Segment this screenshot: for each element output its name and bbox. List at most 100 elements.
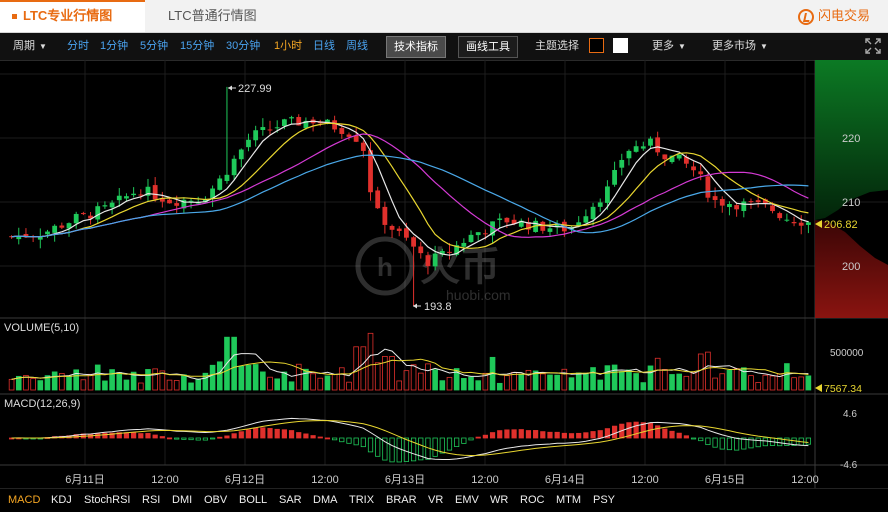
volume-bar	[382, 355, 388, 391]
macd-bar	[726, 437, 733, 451]
indicator-tab-emv[interactable]: EMV	[455, 489, 479, 512]
theme-dark-swatch[interactable]	[589, 38, 604, 53]
indicator-tab-obv[interactable]: OBV	[204, 489, 227, 512]
volume-bar	[525, 369, 532, 391]
volume-bar	[597, 379, 604, 391]
indicator-tab-wr[interactable]: WR	[490, 489, 508, 512]
interval-week[interactable]: 周线	[346, 33, 368, 60]
indicator-tab-vr[interactable]: VR	[428, 489, 443, 512]
macd-bar	[303, 433, 309, 439]
macd-bar	[547, 431, 553, 439]
macd-bar	[705, 437, 711, 446]
macd-tick-top: 4.6	[843, 409, 857, 420]
period-dropdown[interactable]: 周期 ▼	[13, 33, 47, 60]
candle-body	[138, 194, 144, 196]
kline-chart[interactable]: h 火币 huobi.com VOLUME(5,10) MACD(12,26,9…	[0, 60, 888, 488]
interval-1hour[interactable]: 1小时	[274, 33, 302, 60]
interval-5min[interactable]: 5分钟	[140, 33, 168, 60]
volume-bar	[66, 375, 72, 391]
indicator-tab-rsi[interactable]: RSI	[142, 489, 160, 512]
volume-bar	[518, 374, 525, 391]
indicator-tab-boll[interactable]: BOLL	[239, 489, 267, 512]
candle	[246, 133, 251, 152]
volume-bar	[748, 375, 754, 391]
macd-lines	[11, 417, 809, 460]
indicator-bar: MACD KDJ StochRSI RSI DMI OBV BOLL SAR DMA TRIX BR…	[0, 488, 888, 512]
candle	[691, 161, 696, 177]
volume-bar	[540, 373, 546, 391]
volume-bar	[561, 368, 568, 391]
candle	[231, 155, 237, 181]
indicator-tab-trix[interactable]: TRIX	[349, 489, 374, 512]
candle	[45, 229, 50, 238]
candle	[375, 186, 381, 209]
indicator-tab-sar[interactable]: SAR	[279, 489, 302, 512]
indicator-tab-stochrsi[interactable]: StochRSI	[84, 489, 130, 512]
fullscreen-icon[interactable]	[864, 37, 882, 55]
time-tick-label: 12:00	[311, 474, 339, 486]
candle-body	[418, 246, 424, 254]
candle	[741, 198, 747, 218]
volume-bar	[676, 373, 682, 391]
tab-pro-chart[interactable]: LTC专业行情图	[0, 0, 145, 32]
macd-panel-label: MACD(12,26,9)	[4, 398, 80, 410]
macd-bar	[396, 437, 402, 463]
indicator-tab-psy[interactable]: PSY	[593, 489, 615, 512]
interval-day[interactable]: 日线	[313, 33, 335, 60]
indicator-tab-macd[interactable]: MACD	[8, 489, 40, 512]
ma5-line	[11, 120, 809, 256]
period-label: 周期	[13, 40, 35, 52]
candle-body	[784, 219, 790, 221]
candle-body	[662, 154, 668, 160]
candle-body	[131, 193, 137, 196]
candle-body	[425, 255, 431, 267]
price-tick-220: 220	[842, 133, 860, 145]
macd-bar	[719, 437, 725, 450]
indicator-tab-kdj[interactable]: KDJ	[51, 489, 72, 512]
interval-15min[interactable]: 15分钟	[180, 33, 214, 60]
volume-bar	[446, 376, 453, 391]
time-tick-label: 12:00	[631, 474, 659, 486]
macd-bar	[540, 431, 546, 439]
interval-1min[interactable]: 1分钟	[100, 33, 128, 60]
candle	[346, 132, 352, 141]
interval-30min[interactable]: 30分钟	[226, 33, 260, 60]
candle	[145, 178, 151, 202]
indicator-tab-mtm[interactable]: MTM	[556, 489, 581, 512]
macd-bar	[224, 435, 230, 439]
tab-normal-chart[interactable]: LTC普通行情图	[168, 0, 257, 32]
time-tick-label: 6月13日	[385, 474, 425, 486]
volume-bar	[697, 353, 704, 391]
candle-body	[741, 201, 747, 212]
volume-bar	[94, 364, 101, 391]
candle	[676, 154, 682, 161]
price-tick-210: 210	[842, 197, 860, 209]
macd-bar	[583, 432, 589, 439]
macd-bar	[245, 429, 252, 439]
last-price-label: 206.82	[824, 219, 858, 231]
theme-light-swatch[interactable]	[613, 38, 628, 53]
macd-bar	[317, 436, 323, 439]
indicator-tab-dmi[interactable]: DMI	[172, 489, 192, 512]
tech-indicator-button[interactable]: 技术指标	[386, 36, 446, 58]
price-tick-200: 200	[842, 261, 860, 273]
brand-link[interactable]: 闪电交易	[797, 6, 870, 26]
macd-bar	[375, 437, 381, 457]
indicator-tab-roc[interactable]: ROC	[520, 489, 544, 512]
more-markets-dropdown[interactable]: 更多市场 ▼	[712, 33, 768, 60]
volume-bar	[604, 365, 611, 391]
more-dropdown[interactable]: 更多 ▼	[652, 33, 686, 60]
indicator-tab-brar[interactable]: BRAR	[386, 489, 417, 512]
interval-timeshare[interactable]: 分时	[67, 33, 89, 60]
macd-bar	[353, 437, 359, 446]
volume-bar	[618, 371, 625, 391]
candle-body	[102, 205, 108, 207]
volume-bar	[461, 378, 467, 391]
volume-bar	[288, 381, 295, 391]
volume-bar	[310, 373, 316, 391]
draw-tool-button[interactable]: 画线工具	[458, 36, 518, 58]
candle-body	[396, 228, 402, 231]
macd-bar	[389, 437, 395, 463]
candle	[583, 209, 589, 224]
indicator-tab-dma[interactable]: DMA	[313, 489, 337, 512]
